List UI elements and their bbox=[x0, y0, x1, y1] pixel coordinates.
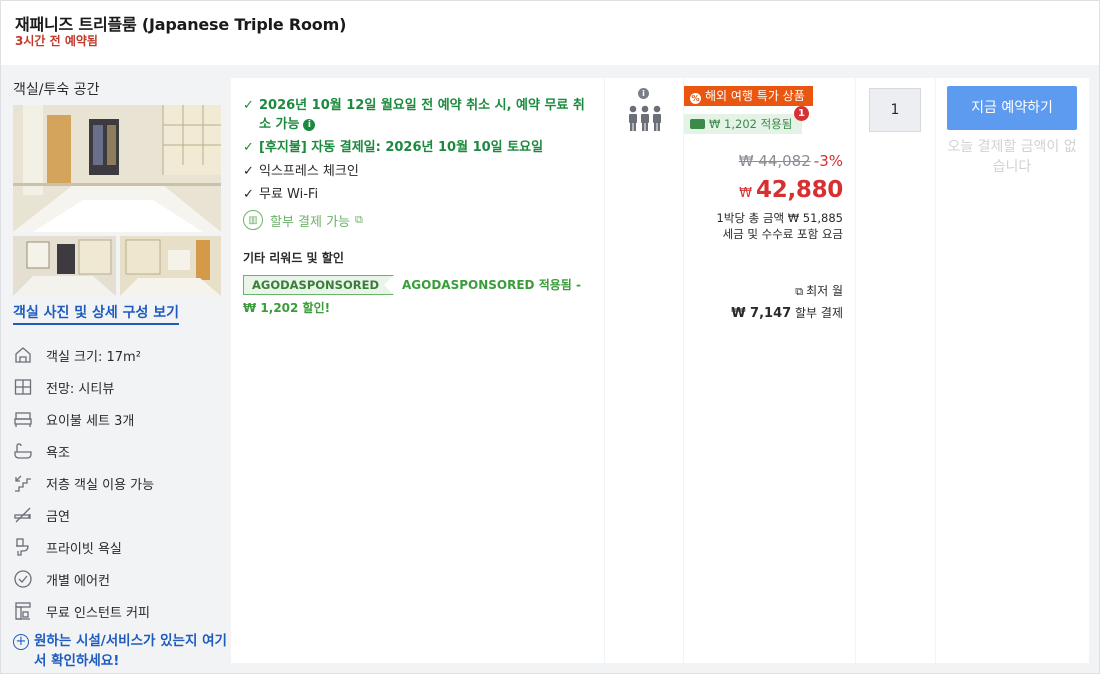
autopay-benefit: ✓ [후지불] 자동 결제일: 2026년 10월 10일 토요일 bbox=[243, 138, 543, 157]
air-conditioner-icon bbox=[13, 569, 33, 589]
plus-circle-icon: + bbox=[13, 634, 29, 650]
benefits-column: ✓ 2026년 10월 12일 월요일 전 예약 취소 시, 예약 무료 취소 … bbox=[231, 78, 604, 663]
amenities-more-link[interactable]: + 원하는 시설/서비스가 있는지 여기서 확인하세요! bbox=[13, 631, 228, 671]
feature-label: 개별 에어컨 bbox=[46, 573, 110, 589]
coupon-count-badge: 1 bbox=[794, 106, 809, 121]
room-photo-thumb-1[interactable] bbox=[13, 236, 116, 296]
benefit-text: 익스프레스 체크인 bbox=[259, 164, 359, 179]
booked-ago-label: 3시간 전 예약됨 bbox=[15, 34, 98, 48]
benefit-text: 할부 결제 가능 bbox=[270, 214, 351, 230]
free-cancellation-benefit: ✓ 2026년 10월 12일 월요일 전 예약 취소 시, 예약 무료 취소 … bbox=[243, 96, 593, 134]
feature-air-conditioner: 개별 에어컨 bbox=[13, 568, 110, 590]
feature-low-floor: 저층 객실 이용 가능 bbox=[13, 472, 154, 494]
room-quantity-select[interactable]: 1 bbox=[869, 88, 921, 132]
promo-code-tag: AGODASPONSORED bbox=[243, 275, 394, 295]
quantity-column: 1 bbox=[856, 78, 935, 663]
feature-label: 프라이빗 욕실 bbox=[46, 541, 122, 557]
express-checkin-benefit: ✓ 익스프레스 체크인 bbox=[243, 162, 359, 181]
deal-badge: % 해외 여행 특가 상품 bbox=[684, 86, 813, 106]
tax-note: 세금 및 수수료 포함 요금 bbox=[722, 227, 843, 241]
installment-benefit[interactable]: ▥ 할부 결제 가능 ⧉ bbox=[243, 210, 363, 230]
info-icon[interactable]: i bbox=[638, 88, 649, 99]
view-window-icon bbox=[13, 377, 33, 397]
final-price: ₩42,880 bbox=[739, 177, 843, 203]
feature-no-smoking: 금연 bbox=[13, 504, 70, 526]
booking-column: 지금 예약하기 오늘 결제할 금액이 없습니다 bbox=[936, 78, 1089, 663]
room-photo-main[interactable] bbox=[13, 105, 221, 232]
check-icon: ✓ bbox=[243, 164, 254, 179]
no-payment-today-note: 오늘 결제할 금액이 없습니다 bbox=[947, 139, 1077, 175]
book-now-button[interactable]: 지금 예약하기 bbox=[947, 86, 1077, 130]
price-column: % 해외 여행 특가 상품 ₩ 1,202 적용됨 1 ₩ 44,082 -3% ₩… bbox=[684, 78, 855, 663]
ticket-icon bbox=[690, 119, 705, 129]
min-amount-suffix: 할부 결제 bbox=[795, 306, 843, 320]
futon-bed-icon bbox=[13, 409, 33, 429]
feature-label: 전망: 시티뷰 bbox=[46, 381, 115, 397]
strikethrough-price: ₩ 44,082 bbox=[738, 152, 811, 170]
feature-label: 욕조 bbox=[46, 445, 70, 461]
check-icon: ✓ bbox=[243, 140, 254, 155]
feature-room-size: 객실 크기: 17m² bbox=[13, 344, 141, 366]
coffee-maker-icon bbox=[13, 601, 33, 621]
external-link-icon: ⧉ bbox=[355, 213, 363, 226]
room-photo-thumb-2[interactable] bbox=[120, 236, 221, 296]
room-info-panel: 객실/투숙 공간 객실 사진 및 상세 구성 보기 객실 크기: 17m² 전망… bbox=[1, 65, 231, 673]
currency-symbol: ₩ bbox=[739, 186, 753, 201]
per-night-total: 1박당 총 금액 ₩ 51,885 bbox=[716, 211, 843, 225]
no-smoking-icon bbox=[13, 505, 33, 525]
feature-coffee: 무료 인스턴트 커피 bbox=[13, 600, 150, 622]
discount-percent: -3% bbox=[813, 152, 843, 170]
final-price-value: 42,880 bbox=[756, 177, 843, 203]
room-photos-link[interactable]: 객실 사진 및 상세 구성 보기 bbox=[13, 302, 180, 325]
original-price: ₩ 44,082 -3% bbox=[739, 152, 843, 170]
low-floor-icon bbox=[13, 473, 33, 493]
min-monthly-text: 최저 월 bbox=[806, 284, 843, 298]
feature-label: 무료 인스턴트 커피 bbox=[46, 605, 150, 621]
min-monthly-amount: ₩ 7,147 할부 결제 bbox=[731, 304, 843, 321]
external-link-icon: ⧉ bbox=[795, 285, 804, 298]
benefit-text: 무료 Wi-Fi bbox=[259, 187, 319, 202]
coupon-badge[interactable]: ₩ 1,202 적용됨 bbox=[684, 114, 803, 134]
feature-label: 요이불 세트 3개 bbox=[46, 413, 135, 429]
feature-label: 금연 bbox=[46, 509, 70, 525]
feature-bathtub: 욕조 bbox=[13, 440, 70, 462]
room-header: 재패니즈 트리플룸 (Japanese Triple Room) 3시간 전 예… bbox=[1, 1, 1099, 65]
min-monthly-label[interactable]: ⧉ 최저 월 bbox=[795, 282, 843, 299]
other-rewards-title: 기타 리워드 및 할인 bbox=[243, 251, 344, 265]
check-icon: ✓ bbox=[243, 98, 254, 113]
deal-icon: % bbox=[690, 93, 701, 104]
bathtub-icon bbox=[13, 441, 33, 461]
feature-futon: 요이불 세트 3개 bbox=[13, 408, 134, 430]
more-link-label: 원하는 시설/서비스가 있는지 여기서 확인하세요! bbox=[34, 633, 227, 669]
feature-private-bathroom: 프라이빗 욕실 bbox=[13, 536, 122, 558]
private-bathroom-icon bbox=[13, 537, 33, 557]
check-icon: ✓ bbox=[243, 187, 254, 202]
feature-label: 객실 크기: 17m² bbox=[46, 349, 141, 365]
feature-label: 저층 객실 이용 가능 bbox=[46, 477, 155, 493]
installment-icon: ▥ bbox=[243, 210, 263, 230]
section-title: 객실/투숙 공간 bbox=[13, 82, 100, 98]
promo-block: AGODASPONSORED AGODASPONSORED 적용됨 - ₩ 1,2… bbox=[243, 274, 593, 320]
deal-label: 해외 여행 특가 상품 bbox=[705, 89, 805, 103]
three-guests-icon bbox=[629, 105, 661, 131]
coupon-label: ₩ 1,202 적용됨 bbox=[709, 117, 793, 131]
free-wifi-benefit: ✓ 무료 Wi-Fi bbox=[243, 185, 318, 204]
info-icon[interactable]: i bbox=[303, 119, 316, 131]
room-size-icon bbox=[13, 345, 33, 365]
occupancy-column: i bbox=[605, 78, 683, 663]
min-amount-value: ₩ 7,147 bbox=[731, 306, 792, 321]
feature-view: 전망: 시티뷰 bbox=[13, 376, 114, 398]
benefit-text: [후지불] 자동 결제일: 2026년 10월 10일 토요일 bbox=[259, 140, 544, 155]
